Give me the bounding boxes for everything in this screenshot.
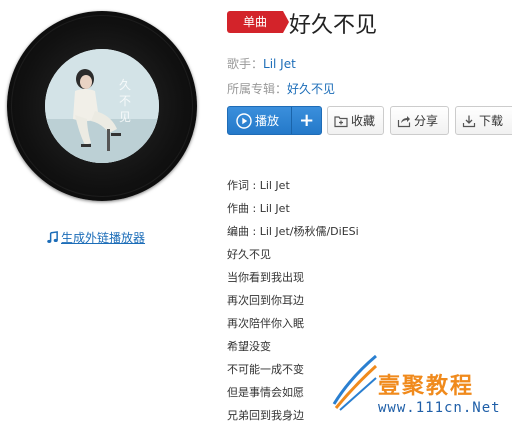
generate-player-link[interactable]: 生成外链播放器 [46,229,145,246]
lyric-line: 作曲 : Lil Jet [227,202,290,215]
album-link[interactable]: 好久不见 [287,82,335,96]
watermark-logo-icon [332,354,378,411]
lyric-line: 再次陪伴你入眠 [227,317,304,330]
download-button[interactable]: 下载 [455,106,512,135]
watermark: 壹聚教程 www.111cn.Net [330,352,510,422]
add-to-playlist-button[interactable]: + [291,107,321,134]
play-button-group: 播放 + [227,106,322,135]
favorite-button[interactable]: 收藏 [327,106,384,135]
album-cover: 久 不 见 [45,49,159,163]
album-vinyl: 久 不 见 [7,11,197,201]
svg-text:不: 不 [119,94,131,108]
play-button-label: 播放 [255,114,280,128]
lyric-line: 当你看到我出现 [227,271,304,284]
share-button[interactable]: 分享 [390,106,449,135]
singer-row: 歌手：Lil Jet [227,55,296,72]
folder-plus-icon [334,115,348,127]
svg-text:久: 久 [119,78,131,92]
play-icon [236,112,252,129]
watermark-brand: 壹聚教程 [378,374,475,399]
download-icon [462,115,476,127]
svg-text:见: 见 [119,110,131,124]
album-row: 所属专辑：好久不见 [227,80,335,97]
watermark-url: www.111cn.Net [378,400,501,416]
lyric-line: 作词 : Lil Jet [227,179,290,192]
favorite-button-label: 收藏 [351,114,376,128]
share-icon [397,115,411,127]
download-button-label: 下载 [479,114,504,128]
lyric-line: 再次回到你耳边 [227,294,304,307]
singer-label: 歌手： [227,57,264,71]
lyric-line: 编曲 : Lil Jet/杨秋儒/DiESi [227,225,359,238]
singer-link[interactable]: Lil Jet [263,57,296,71]
generate-player-link-label: 生成外链播放器 [61,231,146,245]
album-label: 所属专辑： [227,82,288,96]
share-button-label: 分享 [414,114,439,128]
single-badge: 单曲 [227,11,289,33]
lyric-line: 好久不见 [227,248,271,261]
song-title: 好久不见 [289,13,378,38]
play-button[interactable]: 播放 [228,107,291,134]
music-note-icon [47,231,58,243]
